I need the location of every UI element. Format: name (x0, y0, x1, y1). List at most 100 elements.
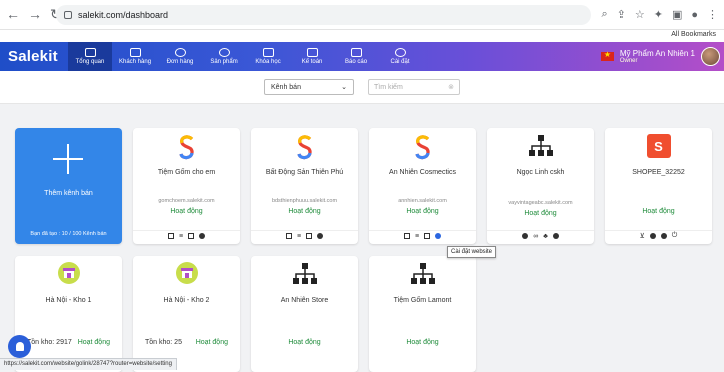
channel-domain: vayvintageabc.salekit.com (491, 200, 590, 206)
extensions-icon[interactable]: ✦ (654, 8, 663, 21)
menu-item-overview[interactable]: Tổng quan (68, 42, 112, 71)
lock-icon (64, 11, 72, 19)
qr-icon[interactable] (286, 233, 292, 239)
card-toolbar: ≡ (133, 230, 240, 241)
list-icon[interactable]: ≡ (179, 233, 183, 240)
channel-quota: Bạn đã tạo : 10 / 100 Kênh bán (15, 231, 122, 237)
store-card[interactable]: Hà Nội - Kho 2 Tồn kho: 25 Hoạt động (133, 256, 240, 372)
channel-card[interactable]: An Nhiên Cosmectics annhien.salekit.com … (369, 128, 476, 244)
user-role: Owner (620, 58, 695, 64)
store-card[interactable]: Tiệm Gốm Lamont Hoạt động (369, 256, 476, 372)
avatar[interactable] (701, 47, 720, 66)
select-value: Kênh bán (271, 84, 301, 91)
star-icon[interactable]: ☆ (635, 8, 645, 21)
store-name: An Nhiên Store (255, 297, 354, 304)
card-toolbar: ⊻⏻ (605, 230, 712, 241)
cart-icon[interactable]: ⊻ (640, 232, 645, 240)
menu-item-courses[interactable]: Khóa học (246, 42, 290, 71)
status-badge: Hoạt động (196, 339, 228, 346)
menu-item-orders[interactable]: Đơn hàng (158, 42, 202, 71)
qr-icon[interactable] (404, 233, 410, 239)
url-text: salekit.com/dashboard (78, 10, 168, 20)
settings-icon (395, 48, 406, 57)
card-toolbar: ≡ (369, 230, 476, 241)
dollar-icon (175, 48, 186, 57)
menu-item-settings[interactable]: Cài đặt (378, 42, 422, 71)
brand-logo[interactable]: Salekit (0, 42, 68, 71)
globe-icon[interactable] (522, 233, 528, 239)
qr-icon[interactable] (168, 233, 174, 239)
gear-icon[interactable] (661, 233, 667, 239)
channel-card[interactable]: Ngọc Linh cskh vayvintageabc.salekit.com… (487, 128, 594, 244)
menu-item-customers[interactable]: Khách hàng (112, 42, 158, 71)
channel-select[interactable]: Kênh bán ⌄ (264, 79, 354, 95)
main-menu: Tổng quan Khách hàng Đơn hàng Sản phẩm K… (68, 42, 422, 71)
menu-item-accounting[interactable]: Kế toán (290, 42, 334, 71)
accounting-icon (307, 48, 318, 57)
layout-icon[interactable] (306, 233, 312, 239)
stock-row: Tồn kho: 2917 Hoạt động (15, 339, 122, 346)
channel-card[interactable]: Tiệm Gốm cho em gomchoem.salekit.com Hoạ… (133, 128, 240, 244)
bookmarks-bar: All Bookmarks (0, 30, 724, 42)
menu-label: Khóa học (255, 59, 280, 65)
chevron-down-icon: ⌄ (341, 83, 347, 91)
channel-card[interactable]: Bất Động Sản Thiên Phú bdsthienphuuu.sal… (251, 128, 358, 244)
link-icon[interactable]: ∞ (533, 233, 538, 240)
share-icon[interactable]: ⇪ (617, 8, 626, 21)
browser-toolbar: ← → ↻ salekit.com/dashboard ⌕ ⇪ ☆ ✦ ▣ ● … (0, 0, 724, 30)
search-input[interactable]: Tìm kiếm⊗ (368, 79, 460, 95)
bell-icon[interactable] (8, 335, 31, 358)
sync-icon[interactable] (650, 233, 656, 239)
status-badge: Hoạt động (133, 208, 240, 215)
gear-icon[interactable] (435, 233, 441, 239)
menu-label: Đơn hàng (167, 59, 194, 65)
gear-icon[interactable] (199, 233, 205, 239)
store-name: Hà Nội - Kho 2 (137, 297, 236, 304)
user-info: Mỹ Phẩm An Nhiên 1 Owner (620, 49, 695, 64)
store-card[interactable]: An Nhiên Store Hoạt động (251, 256, 358, 372)
user-name: Mỹ Phẩm An Nhiên 1 (620, 49, 695, 58)
back-icon[interactable]: ← (6, 6, 18, 23)
layout-icon[interactable] (424, 233, 430, 239)
profile-icon[interactable]: ● (691, 9, 698, 21)
channel-domain: annhien.salekit.com (373, 198, 472, 204)
address-bar[interactable]: salekit.com/dashboard (56, 5, 591, 25)
list-icon[interactable]: ≡ (297, 233, 301, 240)
bookmarks-label[interactable]: All Bookmarks (671, 31, 716, 38)
gear-icon[interactable] (317, 233, 323, 239)
layout-icon[interactable] (188, 233, 194, 239)
forward-icon[interactable]: → (28, 6, 40, 23)
status-badge: Hoạt động (487, 210, 594, 217)
add-channel-card[interactable]: Thêm kênh bán Bạn đã tạo : 10 / 100 Kênh… (15, 128, 122, 244)
menu-label: Sản phẩm (210, 59, 237, 65)
plus-icon (53, 144, 83, 174)
stock-row: Tồn kho: 25 Hoạt động (133, 339, 240, 346)
menu-item-products[interactable]: Sản phẩm (202, 42, 246, 71)
filter-bar: Kênh bán ⌄ Tìm kiếm⊗ (0, 71, 724, 104)
sidebar-icon[interactable]: ▣ (672, 8, 682, 21)
more-icon[interactable]: ⋮ (707, 8, 718, 21)
hub-icon (251, 262, 358, 292)
user-menu[interactable]: Mỹ Phẩm An Nhiên 1 Owner (601, 42, 720, 71)
menu-label: Báo cáo (345, 59, 367, 65)
list-icon[interactable]: ≡ (415, 233, 419, 240)
stock-count: Tồn kho: 2917 (27, 339, 72, 346)
power-icon[interactable]: ⏻ (672, 232, 678, 240)
zoom-icon[interactable]: ⌕ (601, 8, 607, 21)
menu-item-reports[interactable]: Báo cáo (334, 42, 378, 71)
status-badge: Hoạt động (78, 339, 110, 346)
book-icon (263, 48, 274, 57)
stock-count: Tồn kho: 25 (145, 339, 182, 346)
menu-label: Tổng quan (76, 59, 105, 65)
vietnam-flag-icon[interactable] (601, 52, 614, 61)
gear-icon[interactable] (553, 233, 559, 239)
channel-name: Ngọc Linh cskh (491, 169, 590, 176)
product-icon (219, 48, 230, 57)
store-card[interactable]: Hà Nội - Kho 1 Tồn kho: 2917Hoạt động (15, 256, 122, 372)
status-badge: Hoạt động (251, 339, 358, 346)
add-channel-label: Thêm kênh bán (19, 190, 118, 197)
tooltip: Cài đặt website (447, 246, 496, 258)
main-navbar: Salekit Tổng quan Khách hàng Đơn hàng Sả… (0, 42, 724, 71)
channel-card[interactable]: S SHOPEE_32252 Hoạt động ⊻⏻ (605, 128, 712, 244)
group-icon[interactable]: ♣ (543, 233, 548, 240)
